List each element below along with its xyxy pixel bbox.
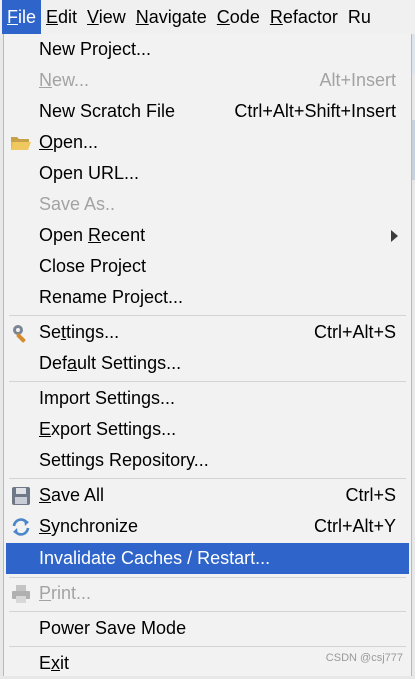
menu-item-label: New... <box>39 70 90 90</box>
menu-separator <box>9 381 406 382</box>
menu-item-label: Synchronize <box>39 516 139 536</box>
menu-run-label: Ru <box>347 7 371 27</box>
menu-item-synchronize[interactable]: Synchronize Ctrl+Alt+Y <box>4 511 411 542</box>
menu-item-label: Open Recent <box>39 225 146 245</box>
menu-item-power-save-mode[interactable]: Power Save Mode <box>4 613 411 644</box>
folder-open-icon <box>10 132 32 154</box>
submenu-arrow-icon <box>391 230 398 242</box>
menu-bar: File Edit View Navigate Code Refactor Ru <box>0 0 415 34</box>
menu-item-import-settings[interactable]: Import Settings... <box>4 383 411 414</box>
menu-view-label: iew <box>98 7 126 27</box>
menu-item-label: Import Settings... <box>39 388 176 408</box>
menu-file-label: ile <box>18 7 37 27</box>
menu-item-default-settings[interactable]: Default Settings... <box>4 348 411 379</box>
menu-item-open-url[interactable]: Open URL... <box>4 158 411 189</box>
menu-item-label: Settings Repository... <box>39 450 209 470</box>
menu-file-mnemonic: F <box>7 7 18 27</box>
menu-item-shortcut: Ctrl+S <box>345 485 396 505</box>
menu-view-mnemonic: V <box>87 7 99 27</box>
menu-item-save-all[interactable]: Save All Ctrl+S <box>4 480 411 511</box>
menu-run[interactable]: Ru <box>343 0 376 34</box>
menu-item-label: Settings... <box>39 322 120 342</box>
menu-item-new-project[interactable]: New Project... <box>4 34 411 65</box>
menu-item-open[interactable]: Open... <box>4 127 411 158</box>
menu-file[interactable]: File <box>2 0 42 34</box>
menu-item-new: New... Alt+Insert <box>4 65 411 96</box>
menu-item-shortcut: Ctrl+Alt+S <box>313 322 396 342</box>
menu-item-close-project[interactable]: Close Project <box>4 251 411 282</box>
menu-item-label: Default Settings... <box>39 353 182 373</box>
printer-icon <box>10 583 32 605</box>
menu-navigate-label: avigate <box>148 7 207 27</box>
menu-item-label: Open URL... <box>39 163 140 183</box>
menu-item-label: New Project... <box>39 39 152 59</box>
menu-item-label: Export Settings... <box>39 419 177 439</box>
menu-item-shortcut: Alt+Insert <box>319 70 396 90</box>
menu-item-label: Rename Project... <box>39 287 184 307</box>
menu-item-label: Close Project <box>39 256 147 276</box>
menu-code[interactable]: Code <box>212 0 265 34</box>
menu-item-label: Power Save Mode <box>39 618 187 638</box>
menu-navigate[interactable]: Navigate <box>131 0 212 34</box>
menu-item-shortcut: Ctrl+Alt+Shift+Insert <box>234 101 396 121</box>
menu-separator <box>9 315 406 316</box>
wrench-icon <box>10 322 32 344</box>
menu-view[interactable]: View <box>82 0 131 34</box>
menu-item-new-scratch-file[interactable]: New Scratch File Ctrl+Alt+Shift+Insert <box>4 96 411 127</box>
menu-item-label: Save All <box>39 485 105 505</box>
menu-refactor-mnemonic: R <box>269 7 283 27</box>
menu-item-print: Print... <box>4 578 411 609</box>
menu-item-rename-project[interactable]: Rename Project... <box>4 282 411 313</box>
menu-separator <box>9 478 406 479</box>
menu-item-settings-repository[interactable]: Settings Repository... <box>4 445 411 476</box>
menu-separator <box>9 646 406 647</box>
menu-item-label: Exit <box>39 653 70 673</box>
menu-item-open-recent[interactable]: Open Recent <box>4 220 411 251</box>
menu-item-export-settings[interactable]: Export Settings... <box>4 414 411 445</box>
menu-edit-label: dit <box>58 7 78 27</box>
menu-item-save-as: Save As.. <box>4 189 411 220</box>
menu-refactor-label: efactor <box>282 7 338 27</box>
menu-item-settings[interactable]: Settings... Ctrl+Alt+S <box>4 317 411 348</box>
menu-item-label: Print... <box>39 583 92 603</box>
menu-separator <box>9 611 406 612</box>
menu-item-invalidate-caches[interactable]: Invalidate Caches / Restart... <box>6 543 409 574</box>
file-menu-dropdown: New Project... New... Alt+Insert New Scr… <box>3 34 412 676</box>
menu-item-label: New Scratch File <box>39 101 176 121</box>
menu-code-mnemonic: C <box>216 7 230 27</box>
watermark: CSDN @csj777 <box>325 652 403 664</box>
save-disk-icon <box>10 485 32 507</box>
menu-refactor[interactable]: Refactor <box>265 0 343 34</box>
menu-item-shortcut: Ctrl+Alt+Y <box>313 516 396 536</box>
menu-item-label: Save As.. <box>39 194 116 214</box>
menu-item-label: Open... <box>39 132 99 152</box>
menu-navigate-mnemonic: N <box>135 7 149 27</box>
menu-code-label: ode <box>229 7 260 27</box>
menu-item-label: Invalidate Caches / Restart... <box>39 548 271 568</box>
menu-edit[interactable]: Edit <box>41 0 82 34</box>
sync-icon <box>10 516 32 538</box>
menu-edit-mnemonic: E <box>46 7 59 27</box>
